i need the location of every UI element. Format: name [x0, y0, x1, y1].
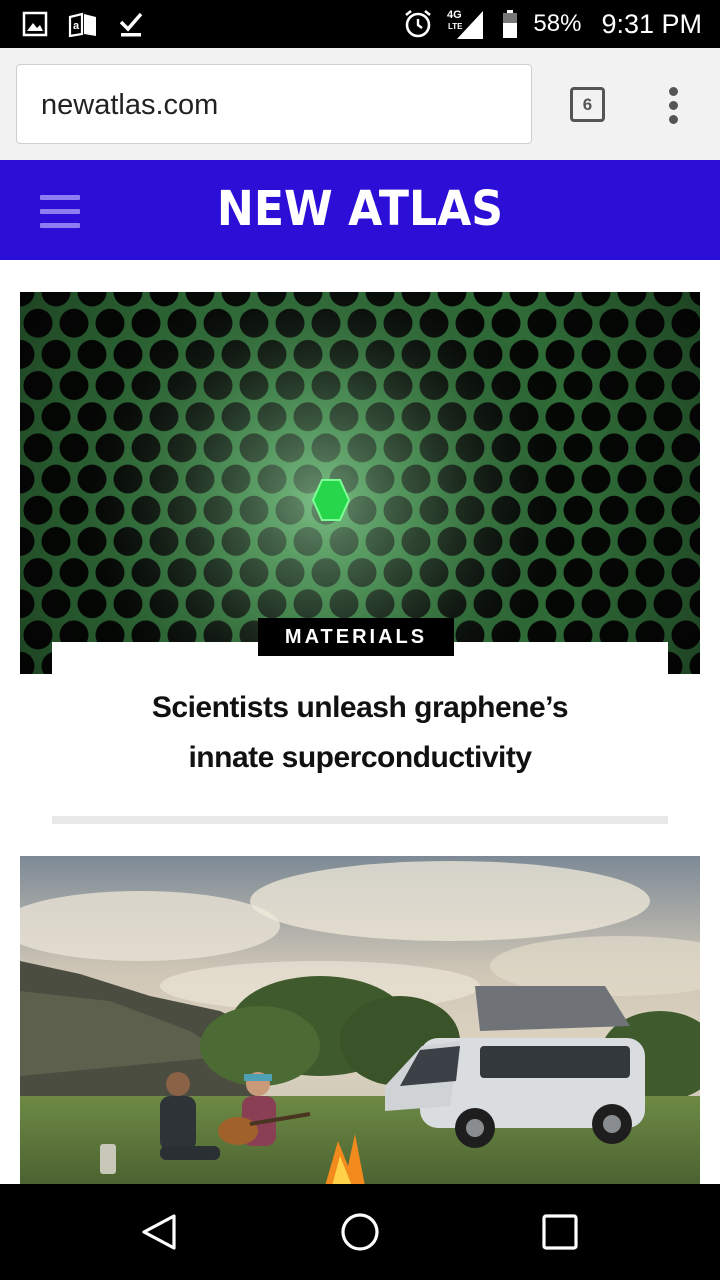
tab-switcher-button[interactable]: 6	[570, 87, 605, 122]
gallery-icon	[22, 11, 48, 37]
more-vert-icon[interactable]	[664, 86, 684, 124]
svg-text:LTE: LTE	[448, 22, 463, 31]
headline-line-2[interactable]: innate superconductivity	[188, 741, 532, 774]
system-indicators: 4G LTE 58% 9:31 PM	[403, 0, 702, 48]
article-divider	[52, 816, 668, 824]
status-bar: a 4G LTE 58% 9:31 PM	[0, 0, 720, 48]
battery-icon	[503, 10, 518, 38]
system-nav-bar	[0, 1184, 720, 1280]
download-done-icon	[119, 12, 143, 37]
headline-line-1[interactable]: Scientists unleash graphene’s	[152, 691, 569, 724]
site-logo[interactable]: NEW ATLAS	[29, 181, 691, 237]
notification-icons: a	[22, 10, 144, 38]
svg-text:a: a	[73, 20, 80, 32]
browser-toolbar: newatlas.com 6	[0, 48, 720, 160]
article-image-camping[interactable]	[20, 856, 700, 1186]
recents-icon[interactable]	[536, 1208, 584, 1256]
article-headline[interactable]: Scientists unleash graphene’s innate sup…	[80, 683, 640, 783]
amazon-store-icon: a	[68, 12, 96, 37]
clock: 9:31 PM	[601, 8, 702, 39]
category-tag[interactable]: MATERIALS	[258, 618, 454, 656]
battery-percent: 58%	[533, 10, 582, 37]
svg-text:4G: 4G	[447, 9, 462, 21]
url-text[interactable]: newatlas.com	[41, 89, 218, 122]
alarm-icon	[405, 9, 432, 38]
address-bar[interactable]: newatlas.com	[16, 64, 532, 144]
article-image-graphene[interactable]	[20, 292, 700, 674]
home-icon[interactable]	[336, 1208, 384, 1256]
back-icon[interactable]	[136, 1208, 184, 1256]
signal-icon: 4G LTE	[447, 9, 484, 39]
